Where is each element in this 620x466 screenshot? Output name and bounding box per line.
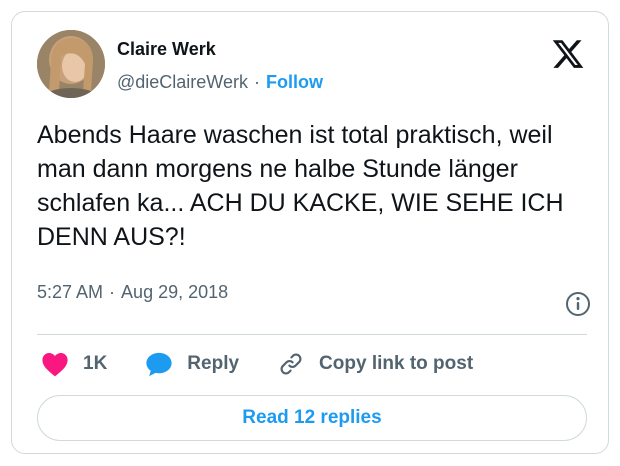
- link-icon: [280, 353, 302, 375]
- tweet-time[interactable]: 5:27 AM: [37, 282, 103, 303]
- divider: [37, 334, 587, 335]
- heart-icon: [42, 353, 68, 377]
- copy-link-button[interactable]: Copy link to post: [277, 351, 473, 377]
- avatar[interactable]: [37, 30, 105, 98]
- author-handle-row: @dieClaireWerk · Follow: [117, 72, 323, 93]
- author-handle[interactable]: @dieClaireWerk: [117, 72, 248, 93]
- speech-bubble-icon: [146, 352, 172, 377]
- follow-button[interactable]: Follow: [266, 72, 323, 93]
- reply-button[interactable]: Reply: [145, 351, 239, 377]
- tweet-timestamp[interactable]: 5:27 AM · Aug 29, 2018: [37, 282, 228, 303]
- separator-dot: ·: [253, 72, 260, 92]
- copy-link-label: Copy link to post: [319, 353, 474, 374]
- reply-label: Reply: [187, 353, 240, 374]
- like-button[interactable]: 1K: [41, 351, 107, 377]
- tweet-text: Abends Haare waschen ist total praktisch…: [37, 121, 564, 251]
- read-replies-button[interactable]: Read 12 replies: [37, 395, 587, 441]
- tweet-date[interactable]: Aug 29, 2018: [121, 282, 228, 303]
- info-icon[interactable]: [565, 291, 591, 317]
- x-logo-icon[interactable]: [550, 37, 586, 71]
- action-bar: 1K Reply Copy link to post: [37, 346, 473, 382]
- author-name[interactable]: Claire Werk: [117, 39, 216, 60]
- likes-count: 1K: [83, 353, 108, 374]
- tweet-card: Claire Werk @dieClaireWerk · Follow Aben…: [11, 11, 609, 454]
- separator-dot: ·: [109, 282, 116, 302]
